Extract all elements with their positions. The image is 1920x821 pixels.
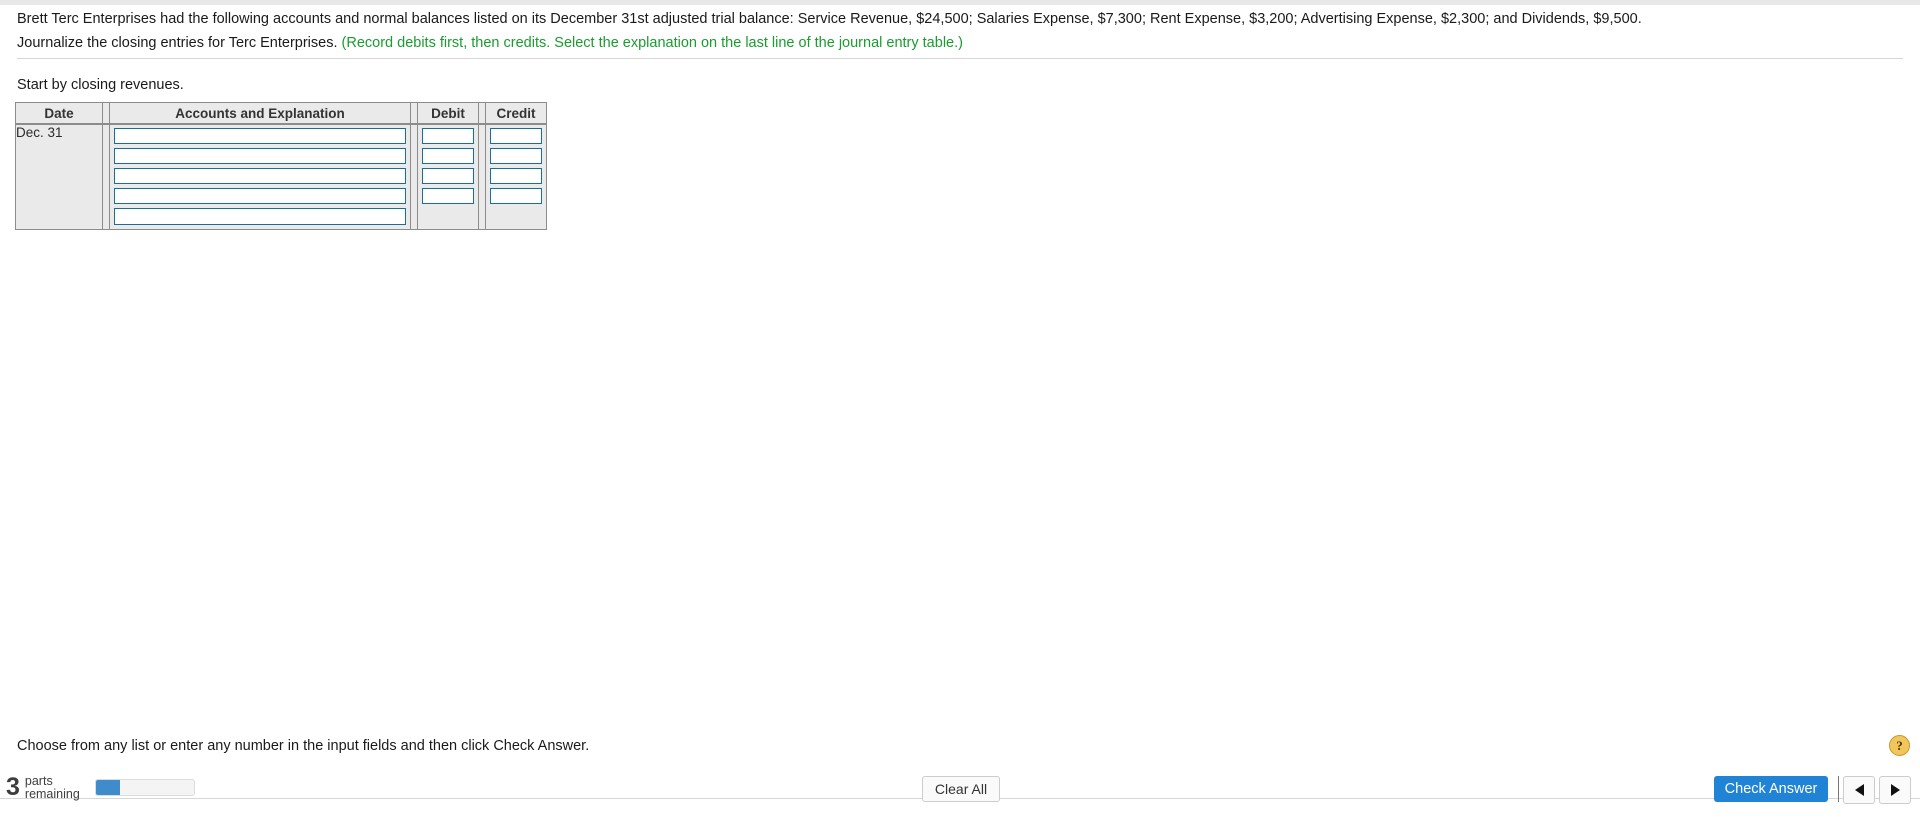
parts-label-line1: parts xyxy=(24,774,53,788)
column-separator xyxy=(410,102,418,125)
next-part-button[interactable] xyxy=(1879,776,1911,804)
journal-header-row: Date Accounts and Explanation Debit Cred… xyxy=(15,102,547,125)
account-input-row-2[interactable] xyxy=(114,148,406,164)
column-separator xyxy=(410,124,418,230)
problem-instruction-line: Journalize the closing entries for Terc … xyxy=(0,28,1920,52)
account-input-row-1[interactable] xyxy=(114,128,406,144)
triangle-left-icon xyxy=(1854,784,1864,796)
triangle-right-icon xyxy=(1890,784,1900,796)
journal-body-row: Dec. 31 xyxy=(15,124,547,230)
credit-input-row-4[interactable] xyxy=(490,188,542,204)
parts-remaining-block: 3 parts remaining xyxy=(6,775,195,800)
previous-part-button[interactable] xyxy=(1843,776,1875,804)
journal-date-cell: Dec. 31 xyxy=(15,124,103,230)
header-date: Date xyxy=(15,102,103,125)
credit-input-stack xyxy=(486,125,546,228)
parts-remaining-label: parts remaining xyxy=(25,775,80,800)
header-debit: Debit xyxy=(417,102,479,125)
credit-input-row-1[interactable] xyxy=(490,128,542,144)
account-input-row-5[interactable] xyxy=(114,208,406,225)
navigation-button-group xyxy=(1843,776,1911,804)
empty-cell-spacer xyxy=(490,208,542,224)
debit-input-row-3[interactable] xyxy=(422,168,474,184)
clear-all-button[interactable]: Clear All xyxy=(922,776,1000,802)
parts-remaining-count: 3 xyxy=(6,773,20,801)
journal-accounts-cell xyxy=(109,124,411,230)
parts-label-line2: remaining xyxy=(24,786,80,801)
bottom-action-bar xyxy=(0,799,1920,821)
nav-divider xyxy=(1838,776,1839,802)
journal-debit-cell xyxy=(417,124,479,230)
debit-input-row-4[interactable] xyxy=(422,188,474,204)
empty-cell-spacer xyxy=(422,208,474,224)
journal-entry-table-wrapper: Date Accounts and Explanation Debit Cred… xyxy=(15,102,547,230)
problem-instruction-note: (Record debits first, then credits. Sele… xyxy=(341,35,963,51)
column-separator xyxy=(102,102,110,125)
account-input-row-3[interactable] xyxy=(114,168,406,184)
check-answer-button[interactable]: Check Answer xyxy=(1714,776,1828,802)
header-credit: Credit xyxy=(485,102,547,125)
debit-input-row-2[interactable] xyxy=(422,148,474,164)
header-accounts-and-explanation: Accounts and Explanation xyxy=(109,102,411,125)
column-separator xyxy=(478,124,486,230)
journal-credit-cell xyxy=(485,124,547,230)
footer-hint-text: Choose from any list or enter any number… xyxy=(17,738,590,754)
problem-instruction-text: Journalize the closing entries for Terc … xyxy=(17,35,338,51)
problem-statement-text: Brett Terc Enterprises had the following… xyxy=(17,11,1642,27)
debit-input-row-1[interactable] xyxy=(422,128,474,144)
journal-entry-table: Date Accounts and Explanation Debit Cred… xyxy=(15,102,547,230)
column-separator xyxy=(102,124,110,230)
credit-input-row-2[interactable] xyxy=(490,148,542,164)
column-separator xyxy=(478,102,486,125)
credit-input-row-3[interactable] xyxy=(490,168,542,184)
progress-bar-track xyxy=(94,779,195,796)
accounts-input-stack xyxy=(110,125,410,229)
problem-divider xyxy=(17,58,1903,59)
question-mark-help-icon[interactable]: ? xyxy=(1889,735,1910,756)
debit-input-stack xyxy=(418,125,478,228)
progress-bar-fill xyxy=(95,780,121,795)
account-input-row-4[interactable] xyxy=(114,188,406,204)
sub-prompt-text: Start by closing revenues. xyxy=(17,77,184,93)
problem-statement-area: Brett Terc Enterprises had the following… xyxy=(0,5,1920,59)
